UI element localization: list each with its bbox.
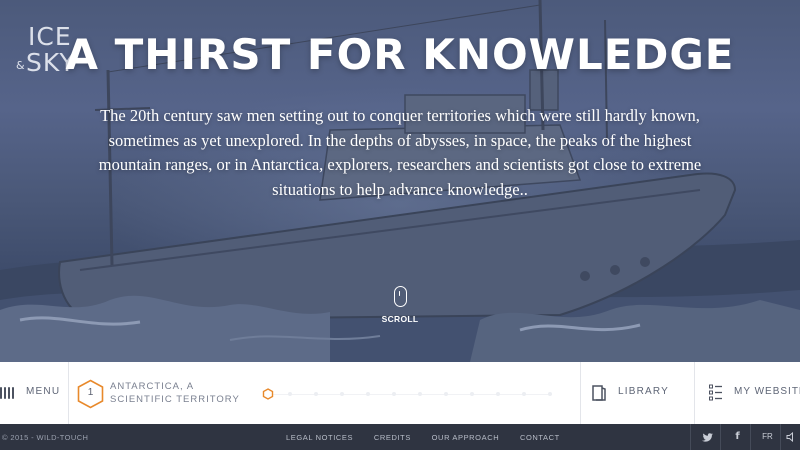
sound-button[interactable] <box>780 424 800 450</box>
progress-step[interactable] <box>444 392 448 396</box>
twitter-button[interactable] <box>690 424 724 450</box>
scroll-indicator[interactable]: SCROLL <box>370 286 430 324</box>
chapter-number: 1 <box>87 387 94 398</box>
progress-step[interactable] <box>392 392 396 396</box>
scroll-label: SCROLL <box>381 314 419 324</box>
progress-step[interactable] <box>418 392 422 396</box>
twitter-icon <box>702 433 713 442</box>
progress-step[interactable] <box>470 392 474 396</box>
legal-notices-link[interactable]: LEGAL NOTICES <box>286 433 353 442</box>
intro-paragraph: The 20th century saw men setting out to … <box>98 106 702 199</box>
progress-step[interactable] <box>548 392 552 396</box>
library-label: LIBRARY <box>618 386 670 397</box>
language-button[interactable]: FR <box>750 424 784 450</box>
progress-step[interactable] <box>496 392 500 396</box>
hexagon-icon: 1 <box>77 379 104 409</box>
chapter-navbar: MENU 1 ANTARCTICA, A SCIENTIFIC TERRITOR… <box>0 362 800 424</box>
my-website-label: MY WEBSITE <box>734 386 800 397</box>
menu-button[interactable]: MENU <box>0 362 68 424</box>
facebook-button[interactable]: f <box>720 424 754 450</box>
copyright: © 2015 - WILD-TOUCH <box>2 433 89 442</box>
footer: © 2015 - WILD-TOUCH LEGAL NOTICES CREDIT… <box>0 424 800 450</box>
progress-step[interactable] <box>366 392 370 396</box>
current-position-hexagon-icon[interactable] <box>262 388 274 400</box>
chapter-title: ANTARCTICA, A SCIENTIFIC TERRITORY <box>110 381 240 405</box>
footer-links: LEGAL NOTICES CREDITS OUR APPROACH CONTA… <box>286 433 578 442</box>
book-icon <box>592 385 606 401</box>
progress-step[interactable] <box>288 392 292 396</box>
facebook-icon: f <box>735 431 740 442</box>
library-button[interactable]: LIBRARY <box>590 362 690 424</box>
contact-link[interactable]: CONTACT <box>520 433 560 442</box>
menu-label: MENU <box>26 386 61 397</box>
checklist-icon <box>709 384 722 401</box>
page-title: A THIRST FOR KNOWLEDGE <box>65 30 735 79</box>
my-website-button[interactable]: MY WEBSITE <box>706 362 800 424</box>
progress-step[interactable] <box>314 392 318 396</box>
mouse-icon <box>393 286 407 307</box>
our-approach-link[interactable]: OUR APPROACH <box>432 433 500 442</box>
hero-section: ICE & SKY A THIRST FOR KNOWLEDGE The 20t… <box>0 0 800 362</box>
language-label: FR <box>762 432 773 441</box>
menu-bars-icon <box>0 387 14 399</box>
progress-step[interactable] <box>340 392 344 396</box>
chapter-progress[interactable] <box>262 388 562 400</box>
current-chapter[interactable]: 1 ANTARCTICA, A SCIENTIFIC TERRITORY <box>77 362 257 424</box>
sound-icon <box>786 431 793 443</box>
credits-link[interactable]: CREDITS <box>374 433 411 442</box>
divider <box>68 362 69 424</box>
divider <box>580 362 581 424</box>
progress-step[interactable] <box>522 392 526 396</box>
divider <box>694 362 695 424</box>
